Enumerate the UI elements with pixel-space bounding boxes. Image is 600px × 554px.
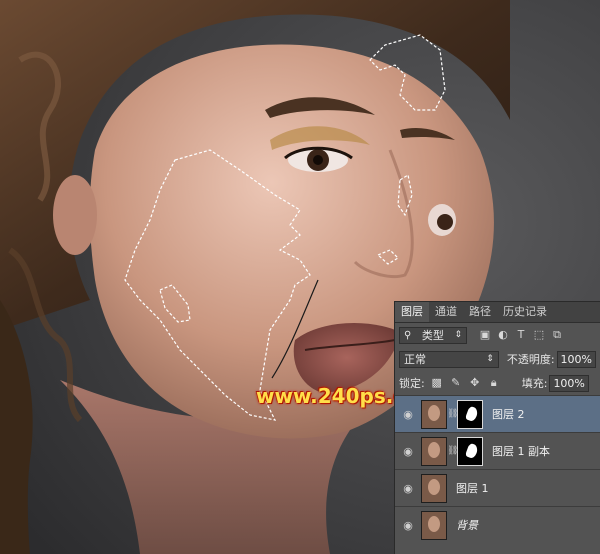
- layer-name: 背景: [456, 519, 478, 532]
- tab-layers[interactable]: 图层: [395, 302, 429, 322]
- layer-row[interactable]: ◉ ⛓ 图层 2: [395, 395, 600, 432]
- lock-row: 锁定: ▩ ✎ ✥ 🔒︎ 填充: 100%: [395, 371, 600, 395]
- filter-row: ⚲ 类型 ⇕ ▣ ◐ T ⬚ ⧉: [395, 323, 600, 347]
- opacity-input[interactable]: 100%: [556, 350, 596, 368]
- filter-kind-label: 类型: [421, 328, 444, 342]
- layer-name: 图层 2: [492, 408, 525, 421]
- layer-mask-thumbnail[interactable]: [457, 436, 483, 466]
- eye-icon[interactable]: ◉: [395, 482, 421, 495]
- eye-icon[interactable]: ◉: [395, 445, 421, 458]
- search-icon: ⚲: [404, 329, 412, 341]
- tab-paths[interactable]: 路径: [463, 302, 497, 322]
- layer-row[interactable]: ◉ 图层 1: [395, 469, 600, 506]
- panel-tabs: 图层 通道 路径 历史记录: [395, 302, 600, 323]
- layers-panel: 图层 通道 路径 历史记录 ⚲ 类型 ⇕ ▣ ◐ T ⬚ ⧉ 正常 ⇕ 不透明度…: [394, 301, 600, 554]
- lock-label: 锁定:: [399, 377, 425, 390]
- filter-kind-select[interactable]: ⚲ 类型 ⇕: [399, 326, 467, 344]
- link-icon[interactable]: ⛓: [447, 409, 458, 419]
- smart-object-filter-icon[interactable]: ⧉: [551, 329, 563, 341]
- tab-history[interactable]: 历史记录: [497, 302, 553, 322]
- lock-transparent-icon[interactable]: ▩: [431, 377, 443, 389]
- lock-paint-icon[interactable]: ✎: [450, 377, 462, 389]
- pixel-filter-icon[interactable]: ▣: [479, 329, 491, 341]
- lock-position-icon[interactable]: ✥: [469, 377, 481, 389]
- lock-all-icon[interactable]: 🔒︎: [488, 377, 500, 389]
- layer-row[interactable]: ◉ ⛓ 图层 1 副本: [395, 432, 600, 469]
- layer-name: 图层 1 副本: [492, 445, 550, 458]
- filter-icons: ▣ ◐ T ⬚ ⧉: [479, 329, 563, 341]
- blend-mode-value: 正常: [404, 352, 426, 366]
- fill-label: 填充:: [521, 377, 548, 390]
- layer-thumbnail: [421, 436, 447, 466]
- updown-icon: ⇕: [486, 353, 494, 364]
- shape-filter-icon[interactable]: ⬚: [533, 329, 545, 341]
- fill-input[interactable]: 100%: [549, 374, 589, 392]
- opacity-label: 不透明度:: [506, 353, 555, 366]
- layer-mask-thumbnail[interactable]: [457, 399, 483, 429]
- layer-row[interactable]: ◉ 背景: [395, 506, 600, 543]
- tab-channels[interactable]: 通道: [429, 302, 463, 322]
- updown-icon: ⇕: [454, 329, 462, 340]
- adjustment-filter-icon[interactable]: ◐: [497, 329, 509, 341]
- blend-mode-select[interactable]: 正常 ⇕: [399, 350, 499, 368]
- layer-thumbnail: [421, 399, 447, 429]
- blend-row: 正常 ⇕ 不透明度: 100%: [395, 347, 600, 371]
- link-icon[interactable]: ⛓: [447, 446, 458, 456]
- layer-thumbnail: [421, 510, 447, 540]
- lock-icons: ▩ ✎ ✥ 🔒︎: [431, 377, 500, 389]
- eye-icon[interactable]: ◉: [395, 408, 421, 421]
- layer-name: 图层 1: [456, 482, 489, 495]
- eye-icon[interactable]: ◉: [395, 519, 421, 532]
- type-filter-icon[interactable]: T: [515, 329, 527, 341]
- layer-thumbnail: [421, 473, 447, 503]
